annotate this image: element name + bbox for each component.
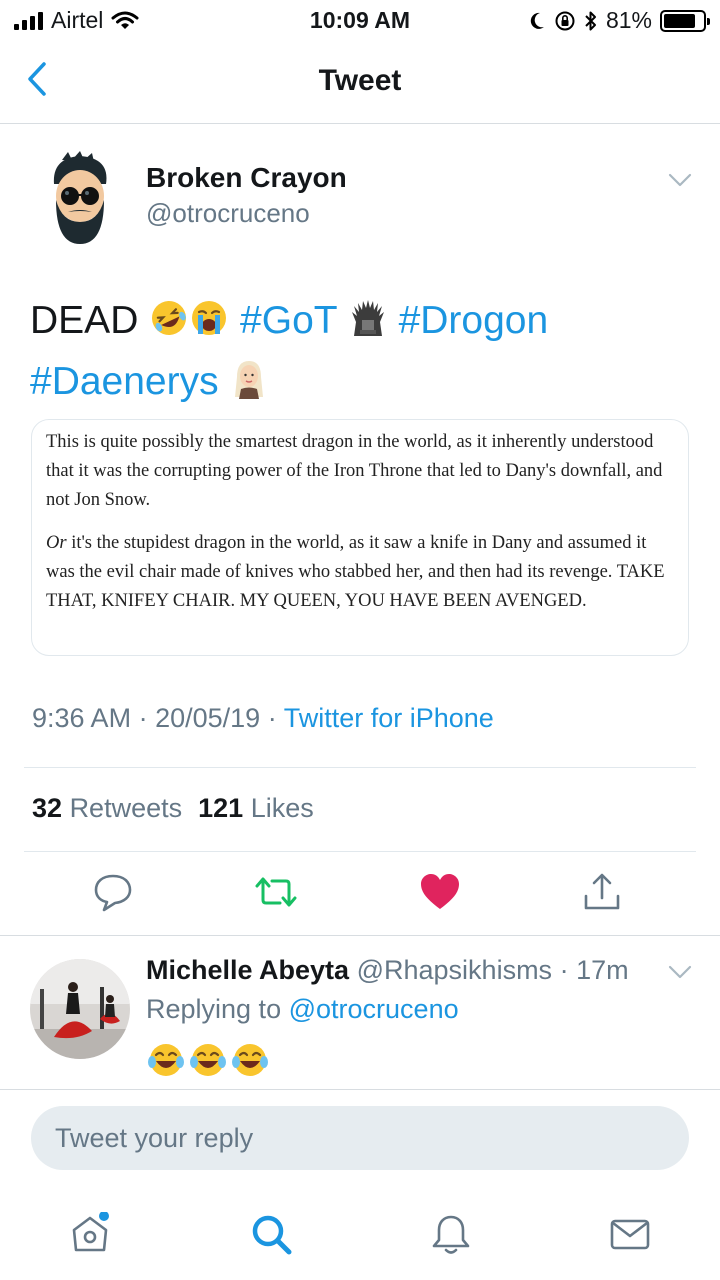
rotation-lock-icon <box>555 11 575 30</box>
reply-input[interactable] <box>31 1106 689 1170</box>
chevron-down-icon <box>668 965 692 979</box>
moon-icon <box>530 12 544 29</box>
meta-separator: · <box>138 703 156 733</box>
divider <box>24 851 696 852</box>
tab-home[interactable] <box>68 1211 112 1256</box>
tweet-word: DEAD <box>30 299 139 342</box>
reply-author-handle[interactable]: @Rhapsikhisms <box>357 955 552 985</box>
dancers-photo-icon <box>30 959 130 1059</box>
likes-stat[interactable]: 121 Likes <box>198 793 314 824</box>
heart-icon <box>421 874 459 909</box>
reply-text <box>146 1040 270 1080</box>
battery-level <box>664 13 695 28</box>
reply-options-button[interactable] <box>666 960 694 984</box>
reply-author-name[interactable]: Michelle Abeyta <box>146 955 349 985</box>
reply-header: Michelle Abeyta @Rhapsikhisms · 17m <box>146 955 629 986</box>
replying-to-mention[interactable]: @otrocruceno <box>289 994 459 1024</box>
tweet-text: DEAD #GoT #Drogon #Daenerys <box>30 290 690 412</box>
tears-of-joy-icon <box>190 1044 226 1076</box>
hashtag-drogon[interactable]: #Drogon <box>399 299 549 342</box>
tears-of-joy-icon <box>232 1044 268 1076</box>
hashtag-got[interactable]: #GoT <box>240 299 337 342</box>
chevron-down-icon <box>668 173 692 187</box>
replying-to-label: Replying to <box>146 994 282 1024</box>
quote-paragraph-1: This is quite possibly the smartest drag… <box>46 432 663 510</box>
iron-throne-icon <box>351 300 384 336</box>
retweets-stat[interactable]: 32 Retweets <box>32 793 182 824</box>
likes-count: 121 <box>198 793 244 823</box>
status-right: 81% <box>528 7 710 34</box>
status-bar: Airtel 10:09 AM 81% <box>0 0 720 40</box>
home-icon <box>72 1211 109 1252</box>
rolling-on-floor-laughing-icon <box>152 301 187 335</box>
search-icon <box>252 1215 292 1255</box>
author-avatar[interactable] <box>32 150 128 246</box>
tweet-date: 20/05/19 <box>155 703 261 733</box>
battery-icon <box>660 9 710 32</box>
tears-of-joy-icon <box>148 1044 184 1076</box>
notification-dot <box>99 1211 109 1221</box>
embedded-text-image[interactable]: This is quite possibly the smartest drag… <box>31 419 689 656</box>
hashtag-daenerys[interactable]: #Daenerys <box>30 360 219 403</box>
quote-paragraph-2-text: it's the stupidest dragon in the world, … <box>46 533 665 611</box>
divider <box>0 935 720 936</box>
mail-icon <box>610 1219 650 1250</box>
bluetooth-icon <box>585 11 596 30</box>
share-button[interactable] <box>580 870 624 914</box>
loudly-crying-face-icon <box>192 301 227 335</box>
author-handle[interactable]: @otrocruceno <box>146 198 310 229</box>
comment-icon <box>94 874 132 912</box>
like-button[interactable] <box>418 870 462 914</box>
tab-messages[interactable] <box>608 1212 652 1256</box>
retweets-label: Retweets <box>69 793 183 823</box>
replying-to-line: Replying to @otrocruceno <box>146 994 459 1025</box>
bearded-man-avatar-icon <box>53 151 107 244</box>
tab-search[interactable] <box>249 1212 293 1256</box>
reply-button[interactable] <box>91 870 135 914</box>
tweet-meta: 9:36 AM · 20/05/19 · Twitter for iPhone <box>32 703 494 734</box>
divider <box>24 767 696 768</box>
tweet-time: 9:36 AM <box>32 703 132 733</box>
likes-label: Likes <box>250 793 314 823</box>
divider <box>0 1089 720 1090</box>
bell-icon <box>432 1215 470 1254</box>
tweet-stats: 32 Retweets 121 Likes <box>32 793 314 824</box>
quote-paragraph-2: Or it's the stupidest dragon in the worl… <box>46 529 674 616</box>
battery-percent: 81% <box>605 7 652 33</box>
reply-author-avatar[interactable] <box>30 959 130 1059</box>
nav-bar: Tweet <box>0 40 720 124</box>
retweets-count: 32 <box>32 793 63 823</box>
quote-italic-word: Or <box>46 533 67 553</box>
tab-notifications[interactable] <box>429 1212 473 1256</box>
share-icon <box>584 873 620 910</box>
reply-separator: · <box>552 955 577 985</box>
retweet-icon <box>255 877 297 907</box>
reply-age: 17m <box>576 955 629 985</box>
tweet-source-link[interactable]: Twitter for iPhone <box>284 703 494 733</box>
tweet-options-button[interactable] <box>666 168 694 192</box>
meta-separator: · <box>267 703 284 733</box>
woman-blonde-icon <box>235 361 264 399</box>
page-title: Tweet <box>318 64 402 97</box>
author-name[interactable]: Broken Crayon <box>146 162 347 194</box>
retweet-button[interactable] <box>254 870 298 914</box>
